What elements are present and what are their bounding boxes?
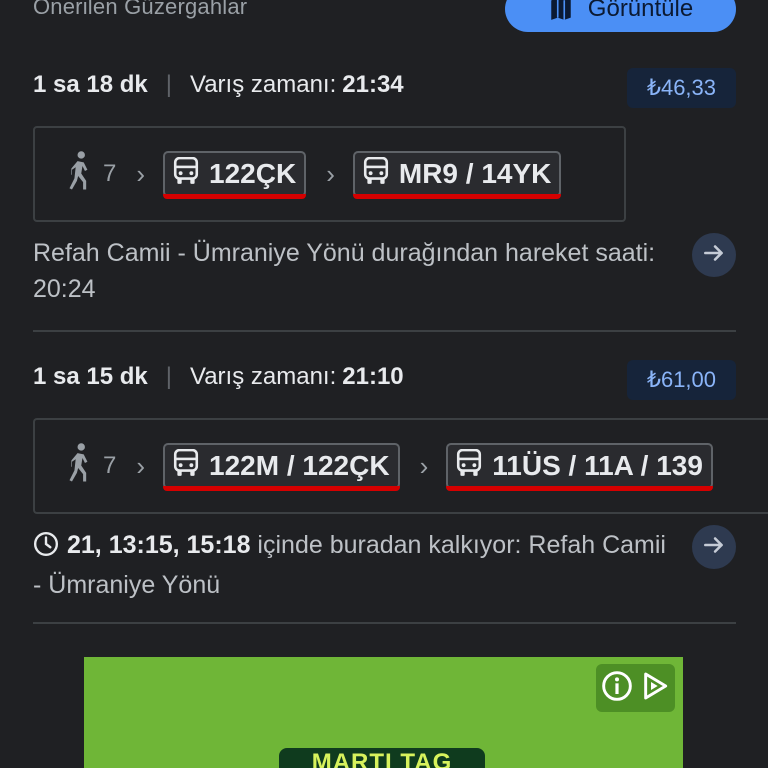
- transit-line-chip: MR9 / 14YK: [352, 151, 562, 199]
- transit-line-chip: 122M / 122ÇK: [163, 443, 400, 491]
- ad-brand-logo: MARTI TAG: [279, 748, 485, 768]
- bus-icon: [173, 448, 199, 484]
- bus-icon: [456, 448, 482, 484]
- route-legs: 7 › 122M / 122ÇK › 11ÜS / 11A / 139: [33, 418, 768, 514]
- chevron-right-icon: ›: [136, 159, 146, 189]
- transit-line-name: 122ÇK: [209, 158, 297, 189]
- clock-icon: [33, 531, 59, 567]
- separator: |: [165, 363, 172, 390]
- adchoices-icon[interactable]: [639, 670, 671, 707]
- transit-line-name: 11ÜS / 11A / 139: [492, 450, 703, 481]
- fare-badge: ₺61,00: [627, 360, 736, 400]
- arrival-label: Varış zamanı:: [189, 71, 337, 98]
- divider: [33, 622, 736, 624]
- transit-line-chip: 11ÜS / 11A / 139: [446, 443, 713, 491]
- route-details-button[interactable]: [692, 233, 736, 277]
- walk-icon: [65, 442, 95, 491]
- transit-line-name: 122M / 122ÇK: [209, 450, 390, 481]
- arrow-right-icon: [701, 240, 727, 271]
- routes-screen: Önerilen Güzergahlar Görüntüle 1 sa 18 d…: [0, 0, 768, 768]
- chevron-right-icon: ›: [419, 451, 429, 481]
- chevron-right-icon: ›: [326, 159, 335, 189]
- departure-info: Refah Camii - Ümraniye Yönü durağından h…: [33, 239, 656, 303]
- arrival-label: Varış zamanı:: [189, 363, 337, 390]
- map-icon: [548, 0, 574, 22]
- walk-leg: 7: [65, 442, 116, 491]
- arrow-right-icon: [701, 532, 727, 563]
- transit-line-name: MR9 / 14YK: [398, 158, 552, 189]
- transit-line-chip: 122ÇK: [163, 151, 307, 199]
- route-summary: 1 sa 18 dk | Varış zamanı: 21:34: [33, 68, 404, 102]
- section-title: Önerilen Güzergahlar: [33, 0, 248, 19]
- walk-minutes: 7: [103, 452, 117, 479]
- departure-info: 21, 13:15, 15:18 içinde buradan kalkıyor…: [33, 527, 673, 603]
- route-summary: 1 sa 15 dk | Varış zamanı: 21:10: [33, 360, 404, 394]
- fare-badge: ₺46,33: [627, 68, 736, 108]
- walk-leg: 7: [65, 150, 116, 199]
- walk-minutes: 7: [103, 160, 117, 187]
- route-details-button[interactable]: [692, 525, 736, 569]
- separator: |: [165, 71, 172, 98]
- arrival-time: 21:34: [342, 71, 404, 98]
- bus-icon: [363, 156, 389, 192]
- view-map-button[interactable]: Görüntüle: [505, 0, 736, 32]
- walk-icon: [65, 150, 95, 199]
- view-map-button-label: Görüntüle: [587, 0, 694, 22]
- divider: [33, 330, 736, 332]
- arrival-time: 21:10: [342, 363, 404, 390]
- bus-icon: [173, 156, 199, 192]
- route-duration: 1 sa 15 dk: [33, 363, 148, 390]
- route-duration: 1 sa 18 dk: [33, 71, 148, 98]
- info-icon[interactable]: [601, 670, 633, 707]
- route-legs: 7 › 122ÇK › MR9 / 14YK: [33, 126, 626, 222]
- departure-times: 21, 13:15, 15:18: [67, 531, 251, 559]
- chevron-right-icon: ›: [136, 451, 146, 481]
- ad-controls[interactable]: [596, 664, 675, 712]
